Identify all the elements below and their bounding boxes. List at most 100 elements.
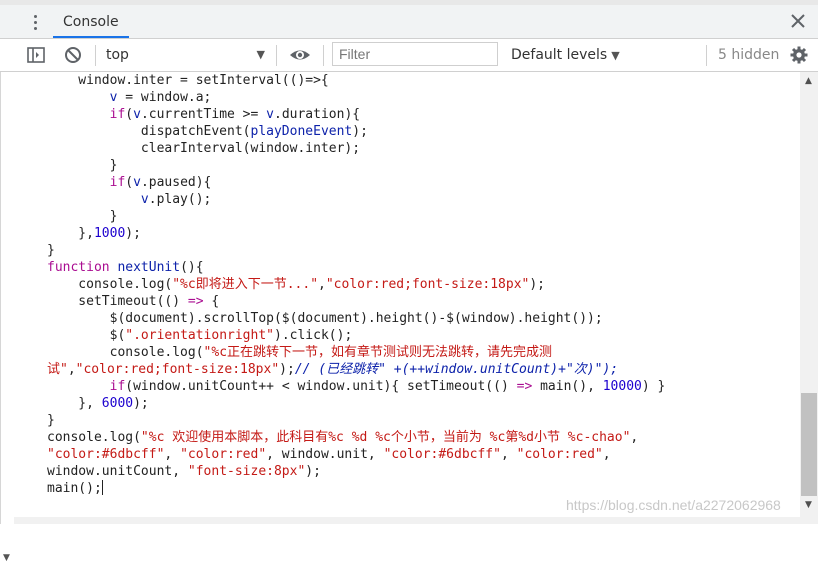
code-line: if(v.currentTime >= v.duration){ — [47, 106, 800, 123]
code-token: v — [133, 175, 141, 190]
horizontal-scrollbar[interactable] — [14, 517, 818, 524]
code-token: window.unitCount, — [47, 464, 188, 479]
code-line: setTimeout(() => { — [47, 293, 800, 310]
code-token: 6000 — [101, 396, 134, 411]
code-token: 1000 — [93, 226, 126, 241]
code-token: if — [109, 379, 126, 394]
eye-icon[interactable] — [288, 45, 312, 65]
code-token: , window.unit, — [266, 447, 384, 462]
code-line: if(v.paused){ — [47, 174, 800, 191]
code-token: } — [47, 243, 55, 258]
code-token: "color:#6dbcff" — [47, 447, 165, 462]
code-token: 试" — [47, 362, 68, 377]
kebab-menu-icon[interactable] — [28, 13, 44, 31]
code-token: } — [47, 158, 118, 173]
toolbar-divider — [276, 45, 277, 66]
code-token: ); — [279, 362, 295, 377]
console-toolbar: top ▼ Default levels▼ 5 hidden — [0, 39, 818, 72]
gear-icon[interactable] — [789, 45, 809, 65]
code-token: , — [67, 362, 76, 377]
code-token: (){ — [180, 260, 204, 275]
clear-console-icon[interactable] — [63, 45, 83, 65]
code-token: , — [318, 277, 326, 292]
code-token: 10000 — [602, 379, 642, 394]
code-line: } — [47, 412, 800, 429]
code-token: ) } — [641, 379, 666, 394]
code-line: clearInterval(window.inter); — [47, 140, 800, 157]
sidebar-toggle-icon[interactable] — [26, 45, 46, 65]
close-icon[interactable] — [788, 11, 808, 31]
code-token: .currentTime >= — [140, 107, 267, 122]
code-token: main(); — [47, 481, 102, 496]
code-token: "color:red" — [180, 447, 267, 462]
code-token: , — [602, 447, 611, 462]
code-token: (window.unitCount++ < window.unit){ setT… — [125, 379, 517, 394]
code-line: if(window.unitCount++ < window.unit){ se… — [47, 378, 800, 395]
code-line: } — [47, 208, 800, 225]
scroll-down-arrow-icon[interactable]: ▼ — [3, 553, 10, 563]
code-token: playDoneEvent — [250, 124, 353, 139]
hidden-messages-count[interactable]: 5 hidden — [718, 39, 779, 71]
code-token: ); — [133, 396, 149, 411]
code-token: window.inter = setInterval(()=>{ — [47, 73, 329, 88]
code-token: } — [47, 413, 55, 428]
code-token: ).click(); — [274, 328, 353, 343]
context-selector[interactable]: top ▼ — [106, 39, 271, 71]
code-line: } — [47, 157, 800, 174]
code-token: "color:#6dbcff" — [383, 447, 501, 462]
drawer-tab-bar: Console — [0, 5, 818, 39]
code-token: if — [109, 175, 126, 190]
code-token: "color:red;font-size:18px" — [75, 362, 280, 377]
code-token: console.log( — [47, 277, 173, 292]
console-output[interactable]: window.inter = setInterval(()=>{ v = win… — [14, 72, 800, 517]
code-token: ); — [529, 277, 546, 292]
code-token: => — [516, 379, 533, 394]
console-input-code[interactable]: window.inter = setInterval(()=>{ v = win… — [14, 72, 800, 497]
code-token: "color:red;font-size:18px" — [325, 277, 530, 292]
code-line: v = window.a; — [47, 89, 800, 106]
dropdown-caret-icon: ▼ — [611, 49, 620, 62]
code-token: ".orientationright" — [125, 328, 274, 343]
code-token: .paused){ — [140, 175, 212, 190]
scrollbar-thumb[interactable] — [801, 393, 817, 496]
code-line: console.log("%c即将进入下一节...","color:red;fo… — [47, 276, 800, 293]
code-line: console.log("%c正在跳转下一节，如有章节测试则无法跳转，请先完成测 — [47, 344, 800, 361]
code-line: 试","color:red;font-size:18px");// (已经跳转"… — [47, 361, 800, 378]
context-value: top — [106, 47, 129, 63]
code-token: console.log( — [47, 345, 204, 360]
scroll-up-arrow-icon[interactable]: ▲ — [805, 76, 812, 86]
code-line: main(); — [47, 480, 800, 497]
code-line: } — [47, 242, 800, 259]
code-token: .play(); — [148, 192, 212, 207]
gutter-border — [0, 72, 1, 524]
log-levels-dropdown[interactable]: Default levels ▼ — [511, 39, 620, 71]
tab-console[interactable]: Console — [53, 5, 129, 38]
code-line: $(".orientationright").click(); — [47, 327, 800, 344]
toolbar-divider — [706, 45, 707, 66]
scroll-down-arrow-icon[interactable]: ▼ — [805, 500, 812, 510]
code-token: }, — [47, 226, 94, 241]
code-line: console.log("%c 欢迎使用本脚本，此科目有%c %d %c个小节，… — [47, 429, 800, 446]
toolbar-divider — [323, 45, 324, 66]
code-token: , — [500, 447, 517, 462]
filter-input[interactable] — [332, 42, 498, 66]
code-token: } — [47, 209, 118, 224]
code-token: }, — [47, 396, 102, 411]
log-levels-label: Default levels — [511, 47, 608, 63]
code-token: setTimeout(() — [47, 294, 188, 309]
vertical-scrollbar[interactable]: ▲ ▼ — [800, 72, 818, 517]
code-token: , — [630, 430, 639, 445]
code-line: dispatchEvent(playDoneEvent); — [47, 123, 800, 140]
code-token: console.log( — [47, 430, 141, 445]
code-token: ( — [125, 107, 134, 122]
code-line: "color:#6dbcff", "color:red", window.uni… — [47, 446, 800, 463]
code-token: v — [140, 192, 149, 207]
code-token: v — [133, 107, 141, 122]
code-token: = window.a; — [117, 90, 212, 105]
code-token: , — [164, 447, 181, 462]
code-token: dispatchEvent( — [47, 124, 251, 139]
code-token: $( — [47, 328, 126, 343]
dropdown-caret-icon: ▼ — [256, 48, 265, 61]
